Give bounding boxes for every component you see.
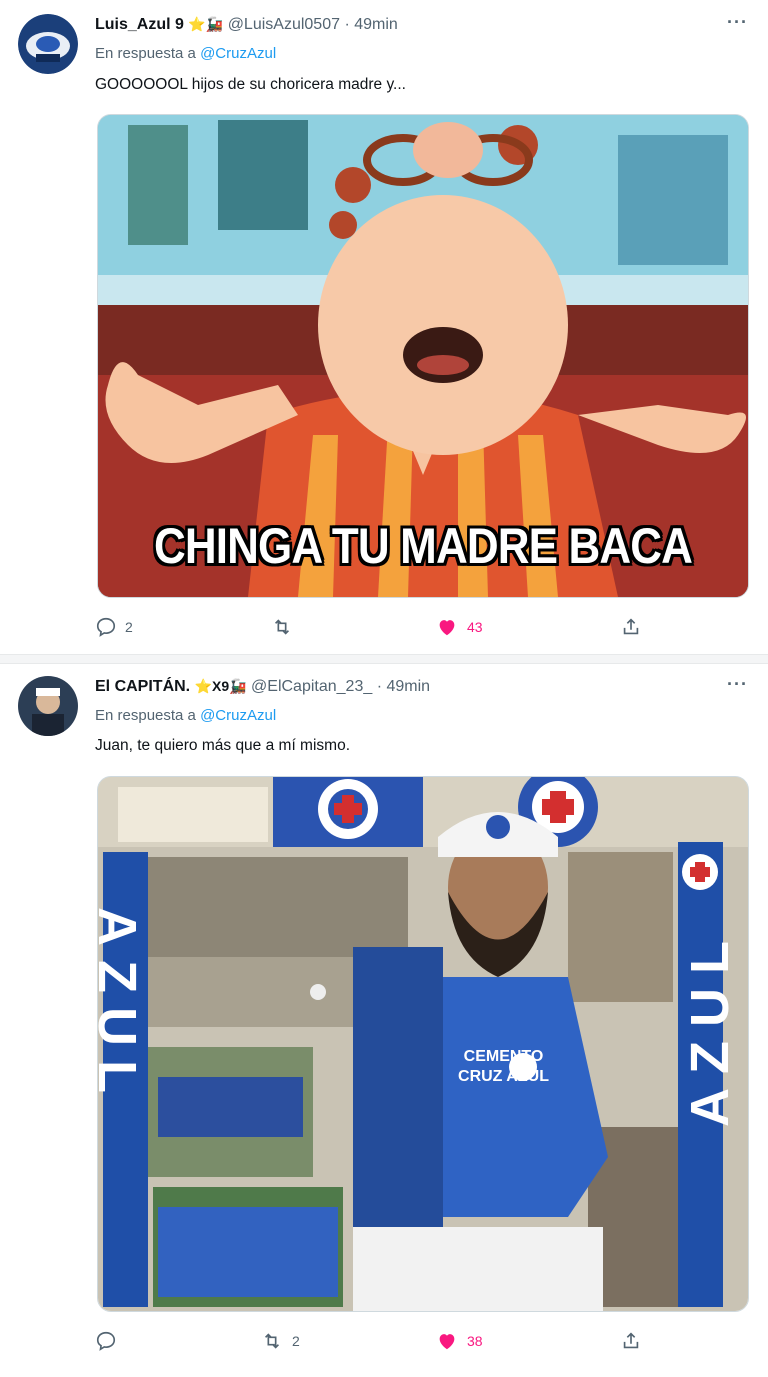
like-count: 43 xyxy=(467,619,483,635)
share-button[interactable] xyxy=(620,1330,642,1352)
reply-icon xyxy=(96,617,116,637)
share-button[interactable] xyxy=(620,616,642,638)
tweet[interactable]: El CAPITÁN. ⭐X9🚂 @ElCapitan_23_ · 49min … xyxy=(0,664,768,1377)
display-name[interactable]: Luis_Azul 9 xyxy=(95,16,184,33)
retweet-button[interactable]: 2 xyxy=(260,1330,300,1352)
reply-prefix: En respuesta a xyxy=(95,707,196,724)
like-button[interactable]: 38 xyxy=(435,1330,483,1352)
banner-left-text: AZUL xyxy=(97,907,147,1107)
avatar[interactable] xyxy=(18,14,78,74)
reply-mention-link[interactable]: @CruzAzul xyxy=(200,707,276,724)
like-button[interactable]: 43 xyxy=(435,616,483,638)
heart-icon xyxy=(439,620,455,636)
meme-caption: CHINGA TU MADRE BACA xyxy=(153,518,693,574)
retweet-button[interactable] xyxy=(270,616,302,638)
display-name[interactable]: El CAPITÁN. xyxy=(95,678,190,695)
more-icon[interactable]: ··· xyxy=(727,674,748,695)
reply-count: 2 xyxy=(125,619,133,635)
reply-button[interactable]: 2 xyxy=(95,616,133,638)
banner-right-text: AZUL xyxy=(680,927,740,1127)
tweet-actions: 2 43 xyxy=(95,616,655,640)
shirt-text: CEMENTO CRUZ AZUL xyxy=(458,1048,549,1085)
heart-icon xyxy=(439,1334,455,1350)
share-icon xyxy=(623,618,639,635)
reply-button[interactable] xyxy=(95,1330,125,1352)
name-badges: ⭐X9🚂 xyxy=(194,678,247,694)
more-icon[interactable]: ··· xyxy=(727,12,748,33)
reply-prefix: En respuesta a xyxy=(95,45,196,62)
avatar[interactable] xyxy=(18,676,78,736)
retweet-icon xyxy=(264,1333,280,1349)
tweet-separator xyxy=(0,654,768,664)
timestamp[interactable]: · 49min xyxy=(377,678,430,695)
reply-mention-link[interactable]: @CruzAzul xyxy=(200,45,276,62)
timestamp[interactable]: · 49min xyxy=(344,16,397,33)
tweet-image[interactable]: AZUL AZUL CEMENTO CRUZ AZUL xyxy=(97,776,749,1312)
tweet[interactable]: Luis_Azul 9 ⭐🚂 @LuisAzul0507 · 49min ···… xyxy=(0,0,768,660)
tweet-actions: 2 38 xyxy=(95,1330,655,1354)
reply-icon xyxy=(96,1331,116,1351)
reply-context: En respuesta a @CruzAzul xyxy=(95,707,276,724)
share-icon xyxy=(623,1332,639,1349)
like-count: 38 xyxy=(467,1333,483,1349)
retweet-icon xyxy=(274,619,290,635)
user-handle[interactable]: @LuisAzul0507 xyxy=(228,16,340,33)
tweet-text: GOOOOOOL hijos de su choricera madre y..… xyxy=(95,76,406,93)
user-handle[interactable]: @ElCapitan_23_ xyxy=(251,678,372,695)
tweet-image[interactable]: CHINGA TU MADRE BACA xyxy=(97,114,749,598)
tweet-text: Juan, te quiero más que a mí mismo. xyxy=(95,737,351,754)
reply-context: En respuesta a @CruzAzul xyxy=(95,45,276,62)
collage-illustration xyxy=(98,777,748,1311)
name-badges: ⭐🚂 xyxy=(188,16,224,32)
retweet-count: 2 xyxy=(292,1333,300,1349)
